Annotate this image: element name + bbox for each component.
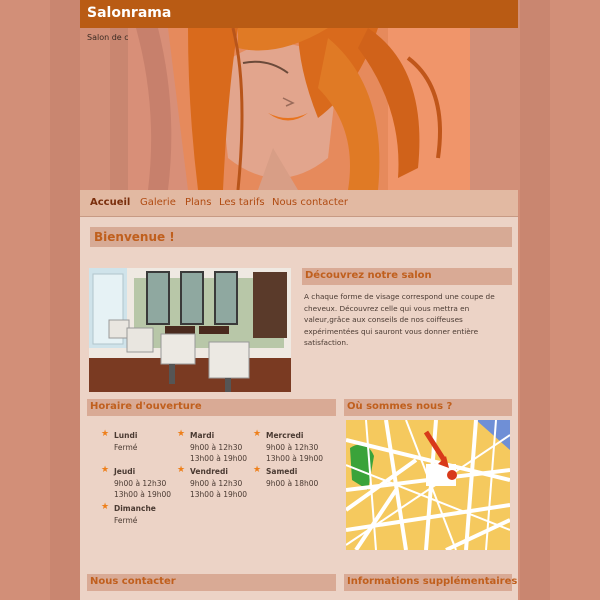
hero-illustration	[128, 28, 470, 190]
location-heading: Où sommes nous ?	[347, 401, 453, 412]
discover-heading: Découvrez notre salon	[305, 270, 432, 281]
bg-stripe	[520, 0, 550, 600]
hours-day-vendredi: Vendredi 9h00 à 12h30 13h00 à 19h00	[190, 467, 248, 499]
star-icon: ★	[253, 465, 262, 475]
page-wrapper: Salonrama Salon de coiffure Accueil Gale…	[80, 0, 518, 600]
info-heading-box: Informations supplémentaires	[344, 574, 517, 591]
star-icon: ★	[177, 429, 186, 439]
nav-contact[interactable]: Nous contacter	[272, 197, 348, 208]
nav-plans[interactable]: Plans	[185, 197, 211, 208]
salon-photo	[89, 268, 291, 392]
hours-day-samedi: Samedi 9h00 à 18h00	[266, 467, 319, 488]
hours-day-jeudi: Jeudi 9h00 à 12h30 13h00 à 19h00	[114, 467, 172, 499]
location-map[interactable]	[346, 420, 510, 550]
contact-heading-box: Nous contacter	[87, 574, 336, 591]
main-nav: Accueil Galerie Plans Les tarifs Nous co…	[80, 190, 518, 217]
welcome-heading-box: Bienvenue !	[90, 227, 512, 247]
hours-heading: Horaire d'ouverture	[90, 401, 202, 412]
discover-text: A chaque forme de visage correspond une …	[304, 292, 495, 347]
star-icon: ★	[177, 465, 186, 475]
contact-heading: Nous contacter	[90, 576, 176, 587]
nav-galerie[interactable]: Galerie	[140, 197, 176, 208]
hours-day-mardi: Mardi 9h00 à 12h30 13h00 à 19h00	[190, 431, 248, 463]
hours-day-dimanche: Dimanche Fermé	[114, 504, 156, 525]
discover-heading-box: Découvrez notre salon	[302, 268, 512, 285]
star-icon: ★	[101, 502, 110, 512]
header-bar: Salonrama	[80, 0, 518, 28]
hours-day-mercredi: Mercredi 9h00 à 12h30 13h00 à 19h00	[266, 431, 324, 463]
site-title[interactable]: Salonrama	[87, 5, 171, 21]
star-icon: ★	[253, 429, 262, 439]
nav-accueil[interactable]: Accueil	[90, 197, 130, 208]
hours-day-lundi: Lundi Fermé	[114, 431, 138, 452]
bg-stripe	[50, 0, 80, 600]
star-icon: ★	[101, 465, 110, 475]
info-heading: Informations supplémentaires	[347, 576, 518, 587]
main-content: Accueil Galerie Plans Les tarifs Nous co…	[80, 190, 518, 600]
welcome-heading: Bienvenue !	[94, 230, 175, 244]
star-icon: ★	[101, 429, 110, 439]
location-heading-box: Où sommes nous ?	[344, 399, 512, 416]
woman-illustration	[128, 28, 470, 190]
hours-heading-box: Horaire d'ouverture	[87, 399, 336, 416]
nav-tarifs[interactable]: Les tarifs	[219, 197, 265, 208]
